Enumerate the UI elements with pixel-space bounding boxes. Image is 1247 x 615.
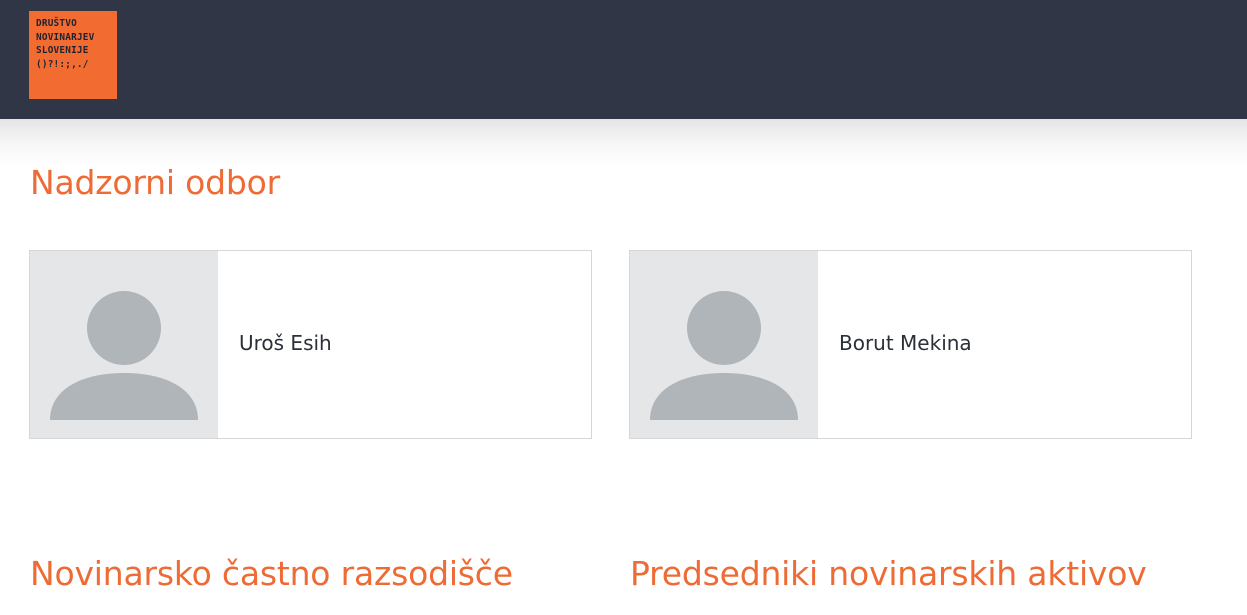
member-card[interactable]: Borut Mekina (629, 250, 1192, 439)
logo-line: SLOVENIJE (36, 45, 89, 56)
section-title-castno-razsodisce: Novinarsko častno razsodišče (30, 554, 513, 593)
site-logo[interactable]: DRUŠTVO NOVINARJEV SLOVENIJE ()?!:;,./ (29, 11, 117, 99)
site-header: DRUŠTVO NOVINARJEV SLOVENIJE ()?!:;,./ (0, 0, 1247, 119)
logo-line: ()?!:;,./ (36, 58, 89, 70)
avatar-placeholder-icon (30, 251, 218, 438)
header-shadow (0, 119, 1247, 165)
member-card[interactable]: Uroš Esih (29, 250, 592, 439)
logo-line: NOVINARJEV (36, 31, 95, 43)
member-name: Borut Mekina (839, 331, 972, 355)
section-title-nadzorni-odbor: Nadzorni odbor (30, 163, 280, 202)
avatar-placeholder-icon (630, 251, 818, 438)
logo-line: DRUŠTVO (36, 18, 77, 29)
section-title-predsedniki-aktivov: Predsedniki novinarskih aktivov (630, 554, 1147, 593)
member-name: Uroš Esih (239, 331, 332, 355)
